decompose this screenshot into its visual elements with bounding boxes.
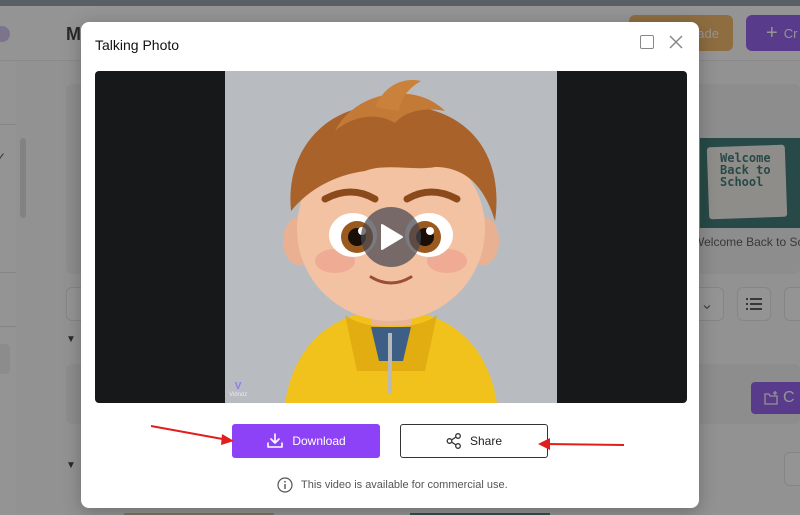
- play-button[interactable]: [361, 207, 421, 267]
- download-label: Download: [292, 434, 346, 448]
- share-label: Share: [469, 434, 503, 448]
- download-icon: [267, 433, 284, 448]
- watermark-text: Vidnoz: [229, 392, 248, 398]
- talking-photo-modal: Talking Photo V Vidnoz Download Share Th…: [81, 22, 699, 508]
- share-button[interactable]: Share: [400, 424, 548, 458]
- maximize-icon[interactable]: [640, 35, 654, 49]
- notice-text: This video is available for commercial u…: [301, 479, 508, 491]
- watermark-logo-icon: V: [234, 381, 242, 392]
- watermark: V Vidnoz: [229, 381, 247, 398]
- video-player[interactable]: V Vidnoz: [95, 71, 687, 403]
- share-icon: [446, 433, 461, 449]
- modal-title: Talking Photo: [95, 37, 180, 53]
- commercial-use-notice: This video is available for commercial u…: [277, 477, 508, 493]
- play-icon: [381, 224, 403, 250]
- info-icon: [277, 477, 293, 493]
- close-icon[interactable]: [667, 33, 685, 51]
- download-button[interactable]: Download: [232, 424, 380, 458]
